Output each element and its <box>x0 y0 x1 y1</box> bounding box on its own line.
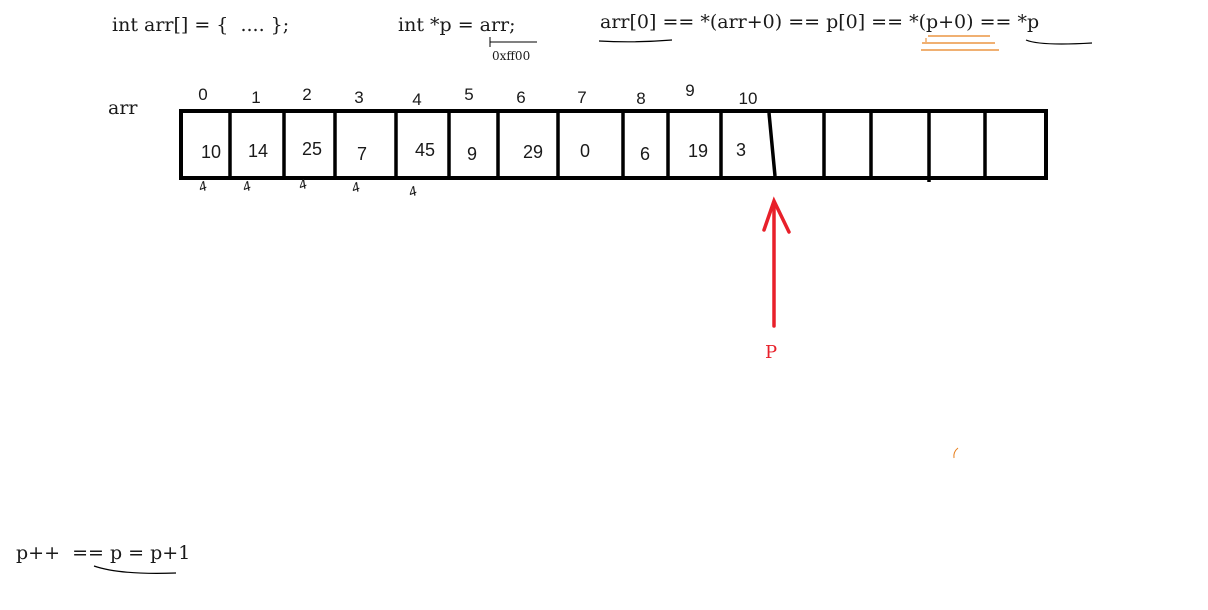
address-tick <box>489 37 537 47</box>
underline-arr0 <box>598 39 673 43</box>
underline-deref-p <box>1025 39 1093 45</box>
underline-assignment <box>93 565 177 574</box>
end-marker-divider <box>767 112 777 177</box>
array-diagram <box>93 35 1093 574</box>
cell-value: 6 <box>639 144 650 164</box>
cell-value: 10 <box>200 142 222 162</box>
pointer-label: P <box>765 342 778 363</box>
cell-value: 7 <box>356 144 367 164</box>
cell-value: 9 <box>466 144 477 164</box>
orange-underline <box>921 35 999 51</box>
cell-dividers <box>228 111 987 182</box>
cell-value: 25 <box>301 139 323 159</box>
orange-stroke-mark <box>953 447 959 459</box>
increment-expression: p++ == p = p+1 <box>16 542 191 564</box>
cell-value: 0 <box>579 141 590 161</box>
pointer-arrow <box>762 196 791 328</box>
cell-value: 45 <box>414 140 436 160</box>
cell-value: 19 <box>687 141 709 161</box>
cell-value: 14 <box>247 141 269 161</box>
cell-value: 3 <box>735 140 746 160</box>
cell-value: 29 <box>522 142 544 162</box>
